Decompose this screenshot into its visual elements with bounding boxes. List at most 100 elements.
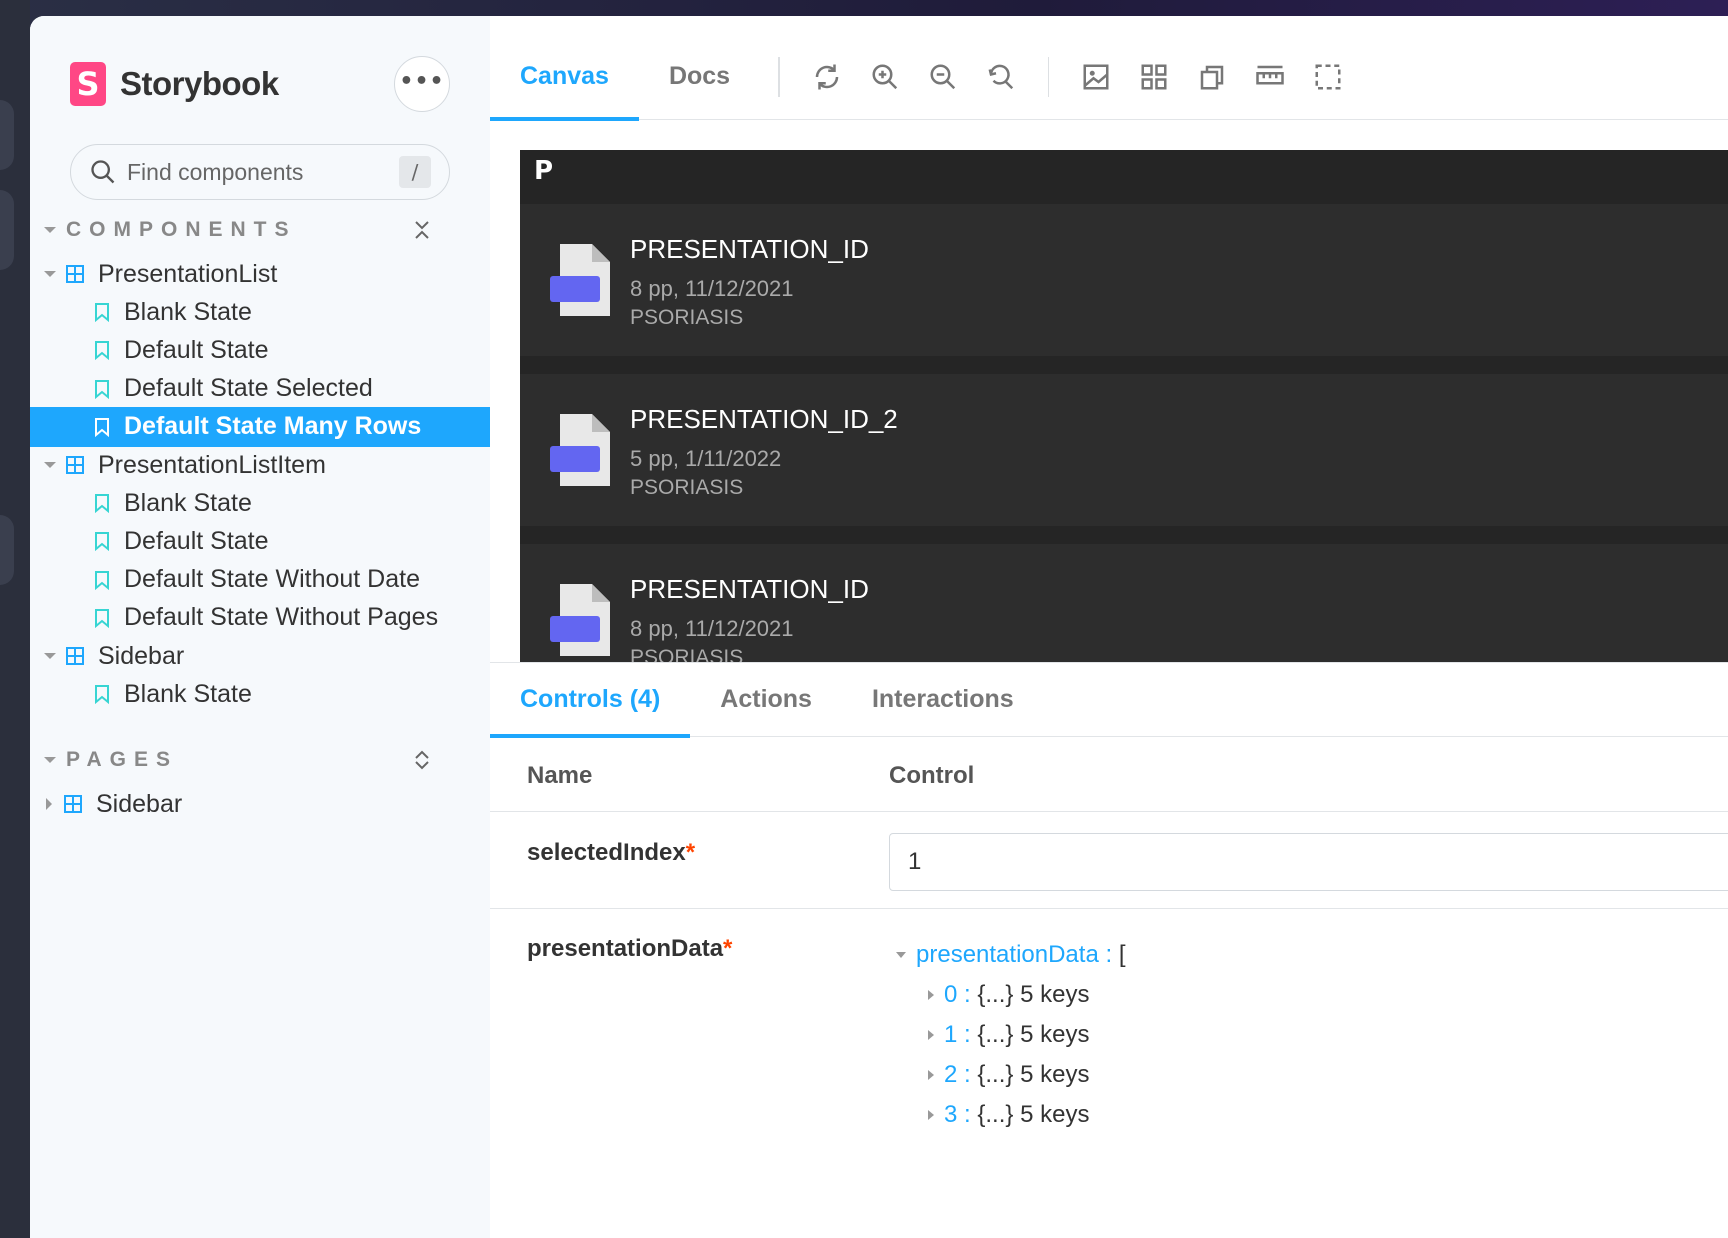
- grid-icon: [1141, 64, 1167, 89]
- prop-name: selectedIndex*: [527, 839, 695, 867]
- presentation-tag: PSORIASIS: [630, 646, 744, 662]
- caret-down-icon: [896, 952, 906, 958]
- json-entry[interactable]: 3 : {...} 5 keys: [896, 1095, 1125, 1135]
- grid-button[interactable]: [1125, 48, 1183, 106]
- prop-name-text: presentationData: [527, 935, 724, 962]
- tree-label: Default State Without Date: [124, 565, 420, 594]
- measure-button[interactable]: [1241, 48, 1299, 106]
- json-entry-key: 0: [944, 981, 958, 1008]
- more-options-button[interactable]: •••: [394, 56, 450, 112]
- tree-label: Blank State: [124, 679, 252, 708]
- controls-table-header: Name Control: [490, 738, 1728, 812]
- tab-canvas[interactable]: Canvas: [490, 34, 639, 121]
- presentation-list-item[interactable]: PRESENTATION_ID 8 pp, 11/12/2021 PSORIASIS: [520, 204, 1728, 356]
- zoom-reset-button[interactable]: [972, 48, 1030, 106]
- section-components[interactable]: COMPONENTS: [44, 218, 464, 242]
- story-preview: P PRESENTATION_ID 8 pp, 11/12/2021 PSORIAS…: [520, 150, 1728, 662]
- component-icon: [66, 647, 84, 665]
- required-mark: *: [723, 935, 733, 962]
- collapse-all-icon[interactable]: [410, 218, 434, 242]
- json-editor[interactable]: presentationData : [ 0 : {...} 5 keys 1 :…: [896, 935, 1125, 1135]
- tree-story[interactable]: Default State: [30, 330, 490, 370]
- tree-label: Default State Without Pages: [124, 603, 439, 632]
- brand[interactable]: S Storybook: [70, 62, 279, 106]
- json-separator: :: [957, 1061, 978, 1088]
- preview-title: P: [534, 156, 554, 186]
- search-shortcut: /: [399, 156, 431, 188]
- search-placeholder: Find components: [127, 158, 304, 185]
- json-separator: :: [957, 981, 978, 1008]
- tab-actions[interactable]: Actions: [690, 663, 842, 737]
- section-pages[interactable]: PAGES: [44, 748, 464, 772]
- component-icon: [66, 265, 84, 283]
- expand-all-icon[interactable]: [410, 748, 434, 772]
- caret-right-icon: [46, 798, 52, 810]
- tree-label: Default State: [124, 526, 269, 555]
- viewport-button[interactable]: [1183, 48, 1241, 106]
- zoom-out-button[interactable]: [914, 48, 972, 106]
- zoom-out-icon: [930, 64, 955, 89]
- json-separator: :: [957, 1101, 978, 1128]
- json-entry-key: 3: [944, 1101, 958, 1128]
- required-mark: *: [685, 839, 696, 866]
- outline-icon: [1315, 64, 1341, 89]
- bookmark-icon: [95, 685, 109, 705]
- tree-story[interactable]: Blank State: [30, 483, 490, 523]
- selected-index-input[interactable]: 1: [889, 833, 1728, 891]
- tree-story[interactable]: Default State: [30, 521, 490, 561]
- json-separator: :: [1098, 941, 1119, 968]
- sync-icon: [815, 64, 838, 89]
- main-panel: Canvas Docs P PRESENTATION_ID 8 pp, 11/1…: [490, 16, 1728, 1238]
- tab-interactions[interactable]: Interactions: [842, 663, 1044, 737]
- tree-story[interactable]: Default State Without Date: [30, 560, 490, 600]
- caret-down-icon: [44, 653, 56, 659]
- tree-story[interactable]: Blank State: [30, 674, 490, 714]
- prop-name-text: selectedIndex: [527, 839, 686, 866]
- addon-tabs: Controls (4) Actions Interactions: [490, 663, 1728, 738]
- tab-docs[interactable]: Docs: [639, 34, 760, 120]
- component-icon: [66, 456, 84, 474]
- tree-story[interactable]: Default State Without Pages: [30, 598, 490, 638]
- prop-name: presentationData*: [527, 935, 732, 963]
- presentation-meta: 5 pp, 1/11/2022: [630, 446, 782, 471]
- json-entry[interactable]: 1 : {...} 5 keys: [896, 1015, 1125, 1055]
- caret-down-icon: [44, 271, 56, 277]
- document-icon: [550, 414, 610, 486]
- tree-label: Default State Many Rows: [124, 412, 422, 441]
- caret-right-icon: [928, 1110, 934, 1120]
- control-row-selectedIndex: selectedIndex* 1: [490, 813, 1728, 909]
- json-entry[interactable]: 0 : {...} 5 keys: [896, 975, 1125, 1015]
- section-label: PAGES: [66, 748, 178, 771]
- presentation-name: PRESENTATION_ID: [630, 574, 869, 604]
- tree-component[interactable]: PresentationList: [30, 254, 490, 294]
- tree-story[interactable]: Default State Selected: [30, 369, 490, 409]
- search-input[interactable]: Find components /: [70, 144, 450, 200]
- json-entry-summary: {...} 5 keys: [977, 981, 1090, 1008]
- json-entry[interactable]: 2 : {...} 5 keys: [896, 1055, 1125, 1095]
- presentation-list-item[interactable]: PRESENTATION_ID 8 pp, 11/12/2021 PSORIASIS: [520, 544, 1728, 662]
- tree-component[interactable]: Sidebar: [30, 636, 490, 676]
- tree-story[interactable]: Blank State: [30, 292, 490, 332]
- desktop-edge: [0, 0, 30, 1238]
- tree-component[interactable]: PresentationListItem: [30, 445, 490, 485]
- sync-button[interactable]: [798, 48, 856, 106]
- bookmark-icon: [95, 341, 109, 361]
- presentation-tag: PSORIASIS: [630, 476, 744, 499]
- bookmark-icon: [95, 494, 109, 514]
- tree-label: Default State: [124, 335, 269, 364]
- background-button[interactable]: [1067, 48, 1125, 106]
- outline-button[interactable]: [1299, 48, 1357, 106]
- bookmark-icon: [95, 379, 109, 399]
- tree-component[interactable]: Sidebar: [30, 784, 490, 824]
- tab-controls[interactable]: Controls (4): [490, 663, 691, 738]
- json-entry-summary: {...} 5 keys: [977, 1021, 1090, 1048]
- json-root[interactable]: presentationData : [: [896, 935, 1125, 975]
- presentation-list-item[interactable]: PRESENTATION_ID_2 5 pp, 1/11/2022 PSORIASI…: [520, 374, 1728, 526]
- bookmark-icon: [95, 570, 109, 590]
- presentation-meta: 8 pp, 11/12/2021: [630, 616, 794, 641]
- zoom-in-button[interactable]: [856, 48, 914, 106]
- tree-story[interactable]: Default State Many Rows: [30, 406, 490, 447]
- presentation-name: PRESENTATION_ID_2: [630, 404, 898, 434]
- json-entry-summary: {...} 5 keys: [977, 1101, 1090, 1128]
- json-entry-key: 1: [944, 1021, 958, 1048]
